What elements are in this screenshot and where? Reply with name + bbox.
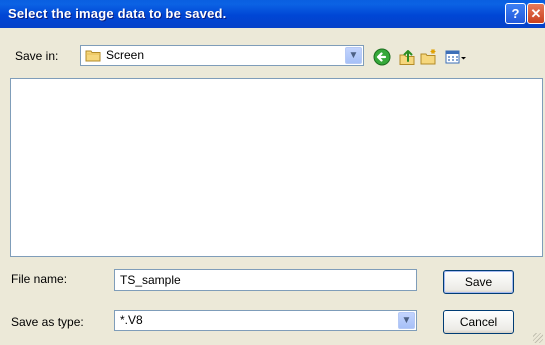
save-as-type-value: *.V8 [120, 313, 143, 327]
view-menu-icon[interactable] [445, 48, 467, 66]
save-in-dropdown[interactable]: Screen ▼ [80, 45, 364, 66]
up-folder-icon[interactable] [398, 48, 416, 66]
file-name-label: File name: [11, 272, 68, 286]
new-folder-icon[interactable] [420, 48, 438, 66]
save-as-type-label: Save as type: [11, 315, 84, 329]
chevron-down-icon[interactable]: ▼ [345, 47, 362, 64]
save-in-label: Save in: [15, 49, 59, 63]
close-button[interactable]: ✕ [527, 3, 545, 24]
cancel-button[interactable]: Cancel [443, 310, 514, 334]
resize-grip[interactable] [533, 333, 543, 343]
save-in-value: Screen [106, 48, 145, 62]
file-name-input[interactable] [114, 269, 417, 291]
save-button[interactable]: Save [443, 270, 514, 294]
chevron-down-icon[interactable]: ▼ [398, 312, 415, 329]
file-list[interactable] [10, 78, 543, 257]
back-icon[interactable] [373, 48, 391, 66]
title-bar[interactable]: Select the image data to be saved. ? ✕ [0, 0, 545, 28]
folder-icon [85, 50, 101, 62]
help-button[interactable]: ? [505, 3, 526, 24]
save-dialog: Select the image data to be saved. ? ✕ S… [0, 0, 545, 345]
dialog-title: Select the image data to be saved. [8, 6, 227, 21]
save-as-type-dropdown[interactable]: *.V8 ▼ [114, 310, 417, 331]
